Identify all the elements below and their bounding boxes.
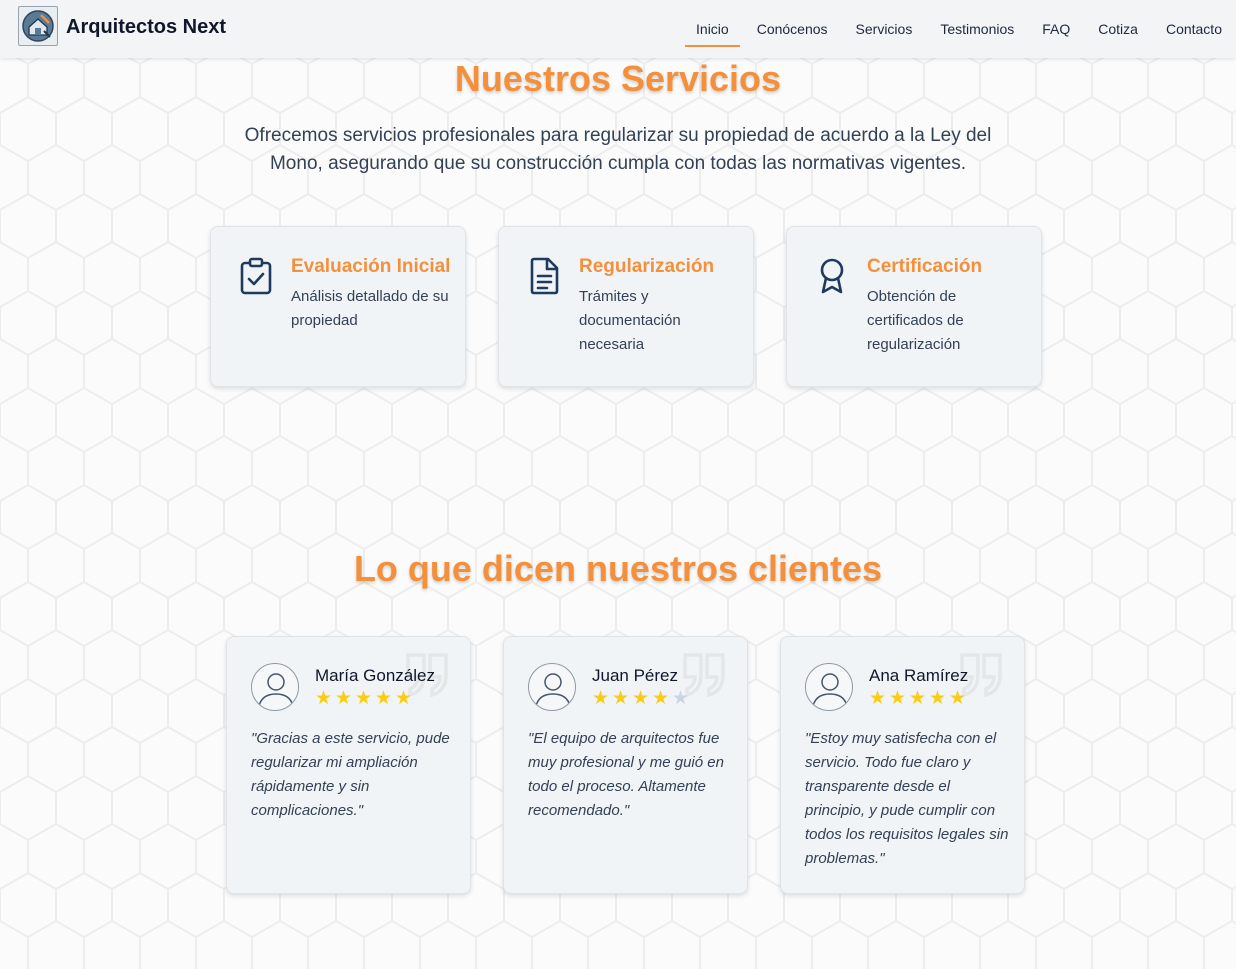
testimonial-name: Juan Pérez [592, 666, 678, 685]
avatar [805, 663, 853, 711]
service-card-evaluacion[interactable]: Evaluación Inicial Análisis detallado de… [210, 226, 466, 387]
star-icon: ★ [375, 688, 393, 709]
star-icon: ★ [869, 688, 887, 709]
house-blueprint-logo-icon [22, 10, 54, 42]
testimonial-card: Ana Ramírez ★ ★ ★ ★ ★ "Estoy muy satisfe… [780, 636, 1025, 894]
service-title: Evaluación Inicial [291, 256, 451, 277]
star-icon: ★ [395, 688, 413, 709]
award-icon [820, 258, 844, 294]
testimonial-name: María González [315, 666, 435, 685]
testimonial-name: Ana Ramírez [869, 666, 969, 685]
star-icon: ★ [909, 688, 927, 709]
testimonial-quote: "Gracias a este servicio, pude regulariz… [251, 730, 450, 819]
service-title: Certificación [867, 256, 983, 277]
testimonial-card: Juan Pérez ★ ★ ★ ★ ★ "El equipo de arqui… [503, 636, 748, 894]
star-icon: ★ [355, 688, 373, 709]
star-icon: ★ [315, 688, 333, 709]
star-icon: ★ [592, 688, 610, 709]
star-icon: ★ [335, 688, 353, 709]
testimonial-quote: "El equipo de arquitectos fue muy profes… [528, 730, 724, 819]
service-description: Obtención de certificados de regularizac… [867, 288, 964, 353]
star-icon: ★ [652, 688, 670, 709]
testimonial-quote: "Estoy muy satisfecha con el servicio. T… [805, 730, 1009, 867]
testimonials-title: Lo que dicen nuestros clientes [353, 548, 883, 589]
star-empty-icon: ★ [672, 688, 690, 709]
star-icon: ★ [889, 688, 907, 709]
top-navbar: Arquitectos Next Inicio Conócenos Servic… [0, 0, 1236, 58]
main-nav: Inicio Conócenos Servicios Testimonios F… [668, 0, 1222, 58]
nav-servicios[interactable]: Servicios [856, 17, 913, 41]
clipboard-check-icon [240, 257, 272, 295]
testimonial-card: María González ★ ★ ★ ★ ★ "Gracias a este… [226, 636, 471, 894]
brand-name[interactable]: Arquitectos Next [66, 16, 226, 39]
avatar [251, 663, 299, 711]
user-icon [812, 673, 848, 707]
user-icon [535, 673, 571, 707]
service-card-regularizacion[interactable]: Regularización Trámites y documentación … [498, 226, 754, 387]
star-icon: ★ [612, 688, 630, 709]
service-card-certificacion[interactable]: Certificación Obtención de certificados … [786, 226, 1042, 387]
star-icon: ★ [632, 688, 650, 709]
service-description: Análisis detallado de su propiedad [291, 288, 449, 329]
service-title: Regularización [579, 256, 715, 277]
star-rating: ★ ★ ★ ★ ★ [592, 689, 692, 709]
star-icon: ★ [949, 688, 967, 709]
nav-faq[interactable]: FAQ [1042, 17, 1070, 41]
nav-conocenos[interactable]: Conócenos [757, 17, 828, 41]
services-intro: Ofrecemos servicios profesionales para r… [244, 125, 992, 174]
avatar [528, 663, 576, 711]
nav-inicio[interactable]: Inicio [685, 17, 740, 47]
services-title: Nuestros Servicios [454, 58, 782, 99]
nav-contacto[interactable]: Contacto [1166, 17, 1222, 41]
nav-testimonios[interactable]: Testimonios [940, 17, 1014, 41]
star-rating: ★ ★ ★ ★ ★ [315, 689, 415, 709]
nav-cotiza[interactable]: Cotiza [1098, 17, 1138, 41]
star-rating: ★ ★ ★ ★ ★ [869, 689, 969, 709]
document-icon [530, 257, 559, 295]
user-icon [258, 673, 294, 707]
service-description: Trámites y documentación necesaria [579, 288, 681, 353]
star-icon: ★ [929, 688, 947, 709]
brand-logo[interactable] [18, 6, 58, 46]
